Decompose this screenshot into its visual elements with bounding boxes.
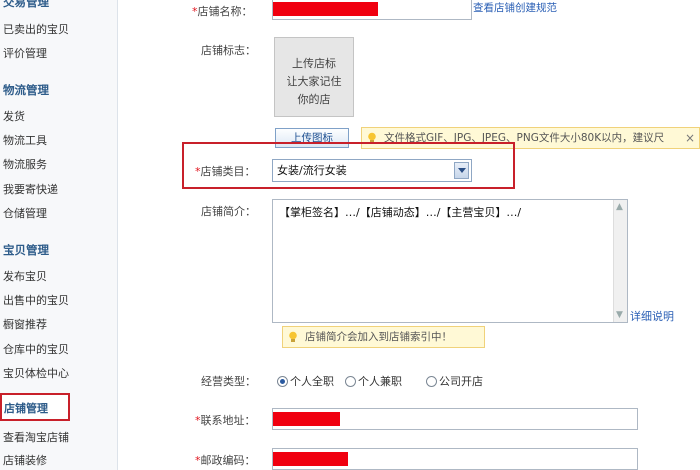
sidebar-item-ship[interactable]: 发货 (3, 108, 25, 124)
radio-unchecked-icon (426, 376, 437, 387)
textarea-scrollbar[interactable]: ▲ ▼ (613, 200, 627, 322)
bulb-icon (289, 331, 297, 342)
sidebar-item-send-express[interactable]: 我要寄快递 (3, 181, 58, 197)
category-selected-value: 女装/流行女装 (277, 164, 347, 177)
redaction-bar (273, 2, 378, 16)
detail-link[interactable]: 详细说明 (630, 308, 674, 324)
sidebar: 交易管理 已卖出的宝贝 评价管理 物流管理 发货 物流工具 物流服务 我要寄快递… (0, 0, 118, 470)
close-icon[interactable]: × (685, 128, 695, 148)
radio-company[interactable]: 公司开店 (426, 373, 483, 389)
sidebar-item-logistics-tools[interactable]: 物流工具 (3, 132, 47, 148)
logo-placeholder-line: 你的店 (297, 93, 331, 106)
sidebar-item-publish[interactable]: 发布宝贝 (3, 268, 47, 284)
shop-name-input[interactable] (272, 0, 472, 20)
contact-address-input[interactable] (272, 408, 638, 430)
radio-part-time[interactable]: 个人兼职 (345, 373, 402, 389)
intro-index-tip: 店铺简介会加入到店铺索引中！ (282, 326, 485, 348)
sidebar-item-sold[interactable]: 已卖出的宝贝 (3, 21, 69, 37)
sidebar-item-view-shop[interactable]: 查看淘宝店铺 (3, 429, 69, 445)
sidebar-section-logistics[interactable]: 物流管理 (3, 82, 49, 98)
shop-settings-form: *店铺名称： 查看店铺创建规范 店铺标志： 上传店标 让大家记住 你的店 上传图… (119, 0, 700, 470)
shop-intro-textarea[interactable]: 【掌柜签名】…/【店铺动态】…/【主营宝贝】…/ ▲ ▼ (272, 199, 628, 323)
sidebar-section-items[interactable]: 宝贝管理 (3, 242, 49, 258)
radio-unchecked-icon (345, 376, 356, 387)
postal-code-label: *邮政编码： (195, 454, 256, 467)
radio-full-time[interactable]: 个人全职 (277, 373, 334, 389)
logo-placeholder-line: 上传店标 (292, 57, 336, 70)
radio-checked-icon (277, 376, 288, 387)
sidebar-item-decorate[interactable]: 店铺装修 (3, 452, 47, 468)
sidebar-item-logistics-service[interactable]: 物流服务 (3, 156, 47, 172)
dropdown-arrow-icon[interactable] (454, 162, 469, 179)
shop-name-label: *店铺名称： (192, 5, 253, 18)
sidebar-item-on-sale[interactable]: 出售中的宝贝 (3, 292, 69, 308)
shop-intro-label: 店铺简介： (201, 205, 256, 218)
intro-tip-text: 店铺简介会加入到店铺索引中！ (305, 331, 452, 343)
sidebar-item-in-warehouse[interactable]: 仓库中的宝贝 (3, 341, 69, 357)
redaction-bar (273, 412, 340, 426)
sidebar-item-window-recommend[interactable]: 橱窗推荐 (3, 316, 47, 332)
logo-upload-area[interactable]: 上传店标 让大家记住 你的店 (274, 37, 354, 117)
shop-category-label: *店铺类目： (195, 165, 256, 178)
sidebar-section-shop[interactable]: 店铺管理 (0, 393, 70, 421)
sidebar-item-reviews[interactable]: 评价管理 (3, 45, 47, 61)
logo-placeholder-line: 让大家记住 (286, 75, 342, 88)
sidebar-item-warehouse[interactable]: 仓储管理 (3, 205, 47, 221)
shop-rules-link[interactable]: 查看店铺创建规范 (473, 0, 557, 15)
business-type-label: 经营类型： (201, 375, 256, 388)
scroll-down-icon[interactable]: ▼ (616, 310, 623, 320)
shop-intro-text: 【掌柜签名】…/【店铺动态】…/【主营宝贝】…/ (279, 206, 522, 219)
sidebar-section-trade[interactable]: 交易管理 (3, 0, 49, 10)
shop-logo-label: 店铺标志： (201, 44, 256, 57)
postal-code-input[interactable] (272, 448, 638, 470)
sidebar-item-health-check[interactable]: 宝贝体检中心 (3, 365, 69, 381)
shop-category-select[interactable]: 女装/流行女装 (272, 159, 472, 182)
redaction-bar (273, 452, 348, 466)
scroll-up-icon[interactable]: ▲ (616, 202, 623, 212)
contact-address-label: *联系地址： (195, 414, 256, 427)
